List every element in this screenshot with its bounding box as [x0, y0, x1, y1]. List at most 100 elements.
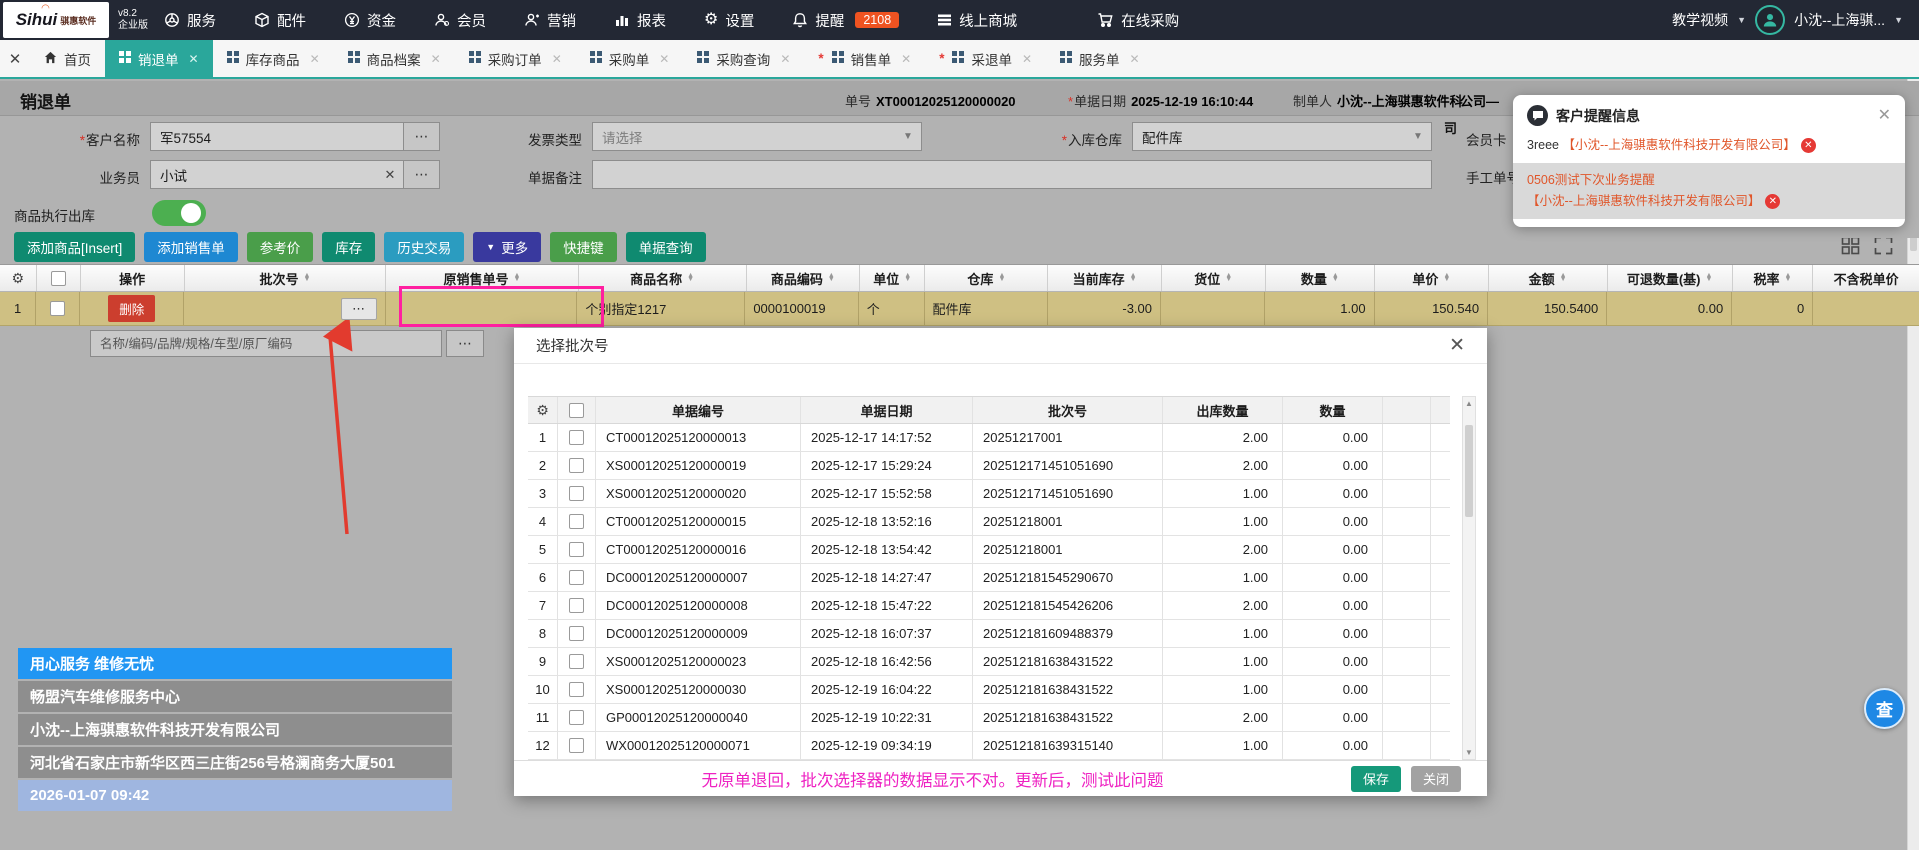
product-search-lookup-button[interactable]: ⋯ — [446, 330, 484, 357]
shortcuts-button[interactable]: 快捷键 — [550, 232, 617, 262]
scroll-down-icon[interactable]: ▼ — [1463, 748, 1475, 757]
tab-close-icon[interactable]: ✕ — [1022, 52, 1032, 66]
menu-reminder[interactable]: 提醒 2108 — [792, 10, 899, 31]
tab-close-icon[interactable]: ✕ — [431, 52, 441, 66]
row-select-cell[interactable] — [558, 732, 596, 759]
stock-button[interactable]: 库存 — [322, 232, 375, 262]
tab-sales[interactable]: * 销售单 ✕ — [804, 40, 925, 77]
modal-scrollbar[interactable]: ▲ ▼ — [1462, 396, 1476, 760]
col-amount[interactable]: 金额▲▼ — [1489, 265, 1608, 291]
salesman-input[interactable]: 小试 ✕ ⋯ — [150, 160, 440, 189]
tab-close-icon[interactable]: ✕ — [552, 52, 562, 66]
row-select-cell[interactable] — [558, 564, 596, 591]
invoice-type-select[interactable]: 请选择 ▼ — [592, 122, 922, 151]
history-button[interactable]: 历史交易 — [384, 232, 464, 262]
checkbox[interactable] — [569, 514, 584, 529]
tab-purchase[interactable]: 采购单 ✕ — [576, 40, 684, 77]
close-button[interactable]: 关闭 — [1411, 766, 1461, 792]
menu-parts[interactable]: 配件 — [254, 10, 306, 31]
checkbox[interactable] — [569, 486, 584, 501]
checkbox[interactable] — [51, 271, 66, 286]
doc-query-button[interactable]: 单据查询 — [626, 232, 706, 262]
row-select-cell[interactable] — [558, 648, 596, 675]
row-select-cell[interactable] — [558, 592, 596, 619]
orig-sale-no-cell[interactable] — [386, 292, 578, 325]
tab-product-archive[interactable]: 商品档案 ✕ — [334, 40, 455, 77]
col-unit[interactable]: 单位▲▼ — [860, 265, 925, 291]
col-product-code[interactable]: 商品编码▲▼ — [747, 265, 860, 291]
more-button[interactable]: ▼更多 — [473, 232, 541, 262]
row-select-cell[interactable] — [36, 292, 80, 325]
save-button[interactable]: 保存 — [1351, 766, 1401, 792]
username-label[interactable]: 小沈--上海骐... — [1794, 10, 1885, 30]
checkbox[interactable] — [569, 710, 584, 725]
tab-stock-goods[interactable]: 库存商品 ✕ — [213, 40, 334, 77]
col-batch-no[interactable]: 批次号▲▼ — [185, 265, 387, 291]
checkbox[interactable] — [569, 738, 584, 753]
col-current-stock[interactable]: 当前库存▲▼ — [1048, 265, 1161, 291]
col-price[interactable]: 单价▲▼ — [1375, 265, 1488, 291]
checkbox[interactable] — [569, 626, 584, 641]
select-all-cell[interactable] — [558, 397, 596, 423]
delete-button[interactable]: 删除 — [108, 295, 155, 322]
menu-funds[interactable]: 资金 — [344, 10, 396, 31]
user-avatar[interactable] — [1755, 5, 1785, 35]
menu-report[interactable]: 报表 — [614, 10, 666, 31]
checkbox[interactable] — [569, 570, 584, 585]
customer-input[interactable]: 军57554 ⋯ — [150, 122, 440, 151]
customer-lookup-button[interactable]: ⋯ — [403, 123, 439, 150]
menu-online-purchase[interactable]: 在线采购 — [1097, 10, 1179, 31]
tab-close-icon[interactable]: ✕ — [901, 52, 911, 66]
checkbox[interactable] — [569, 403, 584, 418]
tab-purchase-query[interactable]: 采购查询 ✕ — [683, 40, 804, 77]
row-select-cell[interactable] — [558, 452, 596, 479]
close-all-tabs-icon[interactable]: ✕ — [0, 40, 30, 77]
reference-price-button[interactable]: 参考价 — [247, 232, 314, 262]
row-select-cell[interactable] — [558, 480, 596, 507]
price-cell[interactable]: 150.540 — [1375, 292, 1488, 325]
checkbox[interactable] — [569, 598, 584, 613]
tab-sales-return[interactable]: 销退单 ✕ — [105, 40, 213, 77]
checkbox[interactable] — [569, 654, 584, 669]
checkbox[interactable] — [569, 430, 584, 445]
row-select-cell[interactable] — [558, 508, 596, 535]
col-warehouse[interactable]: 仓库▲▼ — [925, 265, 1048, 291]
menu-service[interactable]: 服务 — [164, 10, 216, 31]
checkbox[interactable] — [569, 682, 584, 697]
menu-member[interactable]: 会员 — [434, 10, 486, 31]
scroll-up-icon[interactable]: ▲ — [1463, 399, 1475, 408]
select-all-cell[interactable] — [37, 265, 81, 291]
grid-settings-cell[interactable]: ⚙ — [528, 397, 558, 423]
tab-purchase-return[interactable]: * 采退单 ✕ — [925, 40, 1046, 77]
tab-close-icon[interactable]: ✕ — [780, 52, 790, 66]
col-qty[interactable]: 数量▲▼ — [1266, 265, 1376, 291]
menu-online-mall[interactable]: 线上商城 — [937, 10, 1017, 31]
tab-service[interactable]: 服务单 ✕ — [1046, 40, 1154, 77]
batch-lookup-button[interactable]: ⋯ — [341, 298, 377, 320]
add-sales-order-button[interactable]: 添加销售单 — [144, 232, 238, 262]
quick-query-float-button[interactable]: 查 — [1864, 688, 1905, 729]
batch-no-cell[interactable]: ⋯ — [184, 292, 385, 325]
tab-home[interactable]: 首页 — [30, 40, 105, 77]
row-select-cell[interactable] — [558, 424, 596, 451]
checkbox[interactable] — [569, 458, 584, 473]
row-select-cell[interactable] — [558, 704, 596, 731]
tutorial-link[interactable]: 教学视频 — [1672, 10, 1728, 30]
dismiss-reminder-icon[interactable]: ✕ — [1765, 194, 1780, 209]
tab-close-icon[interactable]: ✕ — [1130, 52, 1140, 66]
salesman-lookup-button[interactable]: ⋯ — [403, 161, 439, 188]
checkbox[interactable] — [569, 542, 584, 557]
modal-close-icon[interactable]: ✕ — [1449, 336, 1465, 355]
remark-input[interactable] — [592, 160, 1432, 189]
tab-close-icon[interactable]: ✕ — [659, 52, 669, 66]
warehouse-select[interactable]: 配件库 ▼ — [1132, 122, 1432, 151]
clear-icon[interactable]: ✕ — [377, 167, 403, 183]
col-tax-free-price[interactable]: 不含税单价 — [1813, 265, 1919, 291]
col-location[interactable]: 货位▲▼ — [1162, 265, 1266, 291]
execute-outbound-toggle[interactable] — [152, 200, 206, 226]
col-orig-sale-no[interactable]: 原销售单号▲▼ — [386, 265, 578, 291]
menu-settings[interactable]: ⚙ 设置 — [704, 10, 754, 31]
row-select-cell[interactable] — [558, 676, 596, 703]
add-product-button[interactable]: 添加商品[Insert] — [14, 232, 135, 262]
row-select-cell[interactable] — [558, 536, 596, 563]
